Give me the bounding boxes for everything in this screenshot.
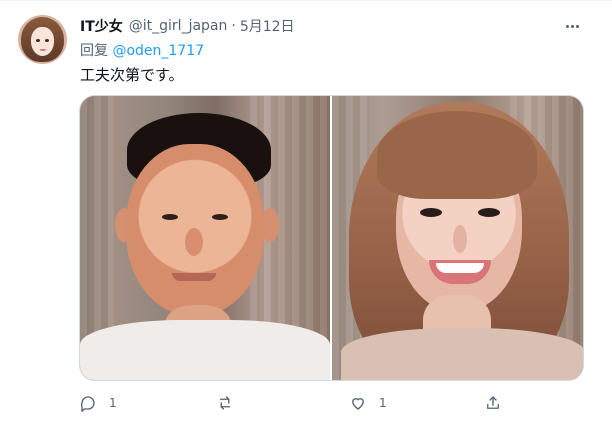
reply-user-link[interactable]: @oden_1717 xyxy=(112,43,204,59)
like-count: 1 xyxy=(379,396,387,410)
media-grid[interactable] xyxy=(79,95,584,381)
tweet-date[interactable]: 5月12日 xyxy=(240,16,295,36)
reply-context: 回复 @oden_1717 xyxy=(80,40,204,60)
woman-eye-right xyxy=(478,208,500,217)
tweet-actions: 1 1 xyxy=(79,393,509,413)
retweet-icon xyxy=(219,396,231,410)
more-options-button[interactable] xyxy=(562,18,582,34)
share-icon xyxy=(487,396,499,409)
heart-icon xyxy=(352,398,364,410)
retweet-button[interactable] xyxy=(216,393,234,413)
user-handle[interactable]: @it_girl_japan xyxy=(129,18,228,34)
avatar[interactable] xyxy=(18,15,67,64)
tweet-card[interactable]: IT少女 @it_girl_japan · 5月12日 回复 @oden_171… xyxy=(0,0,612,429)
photo-right[interactable] xyxy=(332,96,583,380)
more-horizontal-icon-dot-2 xyxy=(570,24,574,28)
display-name[interactable]: IT少女 xyxy=(80,16,123,36)
more-horizontal-icon-dot-3 xyxy=(575,24,579,28)
avatar-face xyxy=(31,27,54,56)
top-divider xyxy=(0,0,612,1)
avatar-eye-left xyxy=(36,39,40,42)
tweet-header: IT少女 @it_girl_japan · 5月12日 xyxy=(80,16,295,36)
photo-left[interactable] xyxy=(80,96,330,380)
man-nose xyxy=(185,228,203,256)
share-button[interactable] xyxy=(484,393,502,413)
woman-nose xyxy=(453,225,467,253)
reply-icon xyxy=(80,396,95,412)
more-horizontal-icon-dot-1 xyxy=(565,24,569,28)
avatar-eye-right xyxy=(45,39,49,42)
woman-eye-left xyxy=(420,208,442,217)
reply-button[interactable]: 1 xyxy=(79,393,117,413)
meta-separator: · xyxy=(231,18,236,34)
tweet-text: 工夫次第です。 xyxy=(80,66,184,84)
woman-shoulder xyxy=(341,328,583,380)
man-shirt xyxy=(80,320,330,380)
reply-count: 1 xyxy=(109,396,117,410)
man-eye-left xyxy=(162,214,178,220)
woman-teeth xyxy=(436,263,484,273)
like-button[interactable]: 1 xyxy=(349,393,387,413)
reply-prefix: 回复 xyxy=(80,43,108,59)
man-eye-right xyxy=(212,214,228,220)
woman-bangs xyxy=(377,111,537,199)
man-mouth xyxy=(172,273,216,281)
